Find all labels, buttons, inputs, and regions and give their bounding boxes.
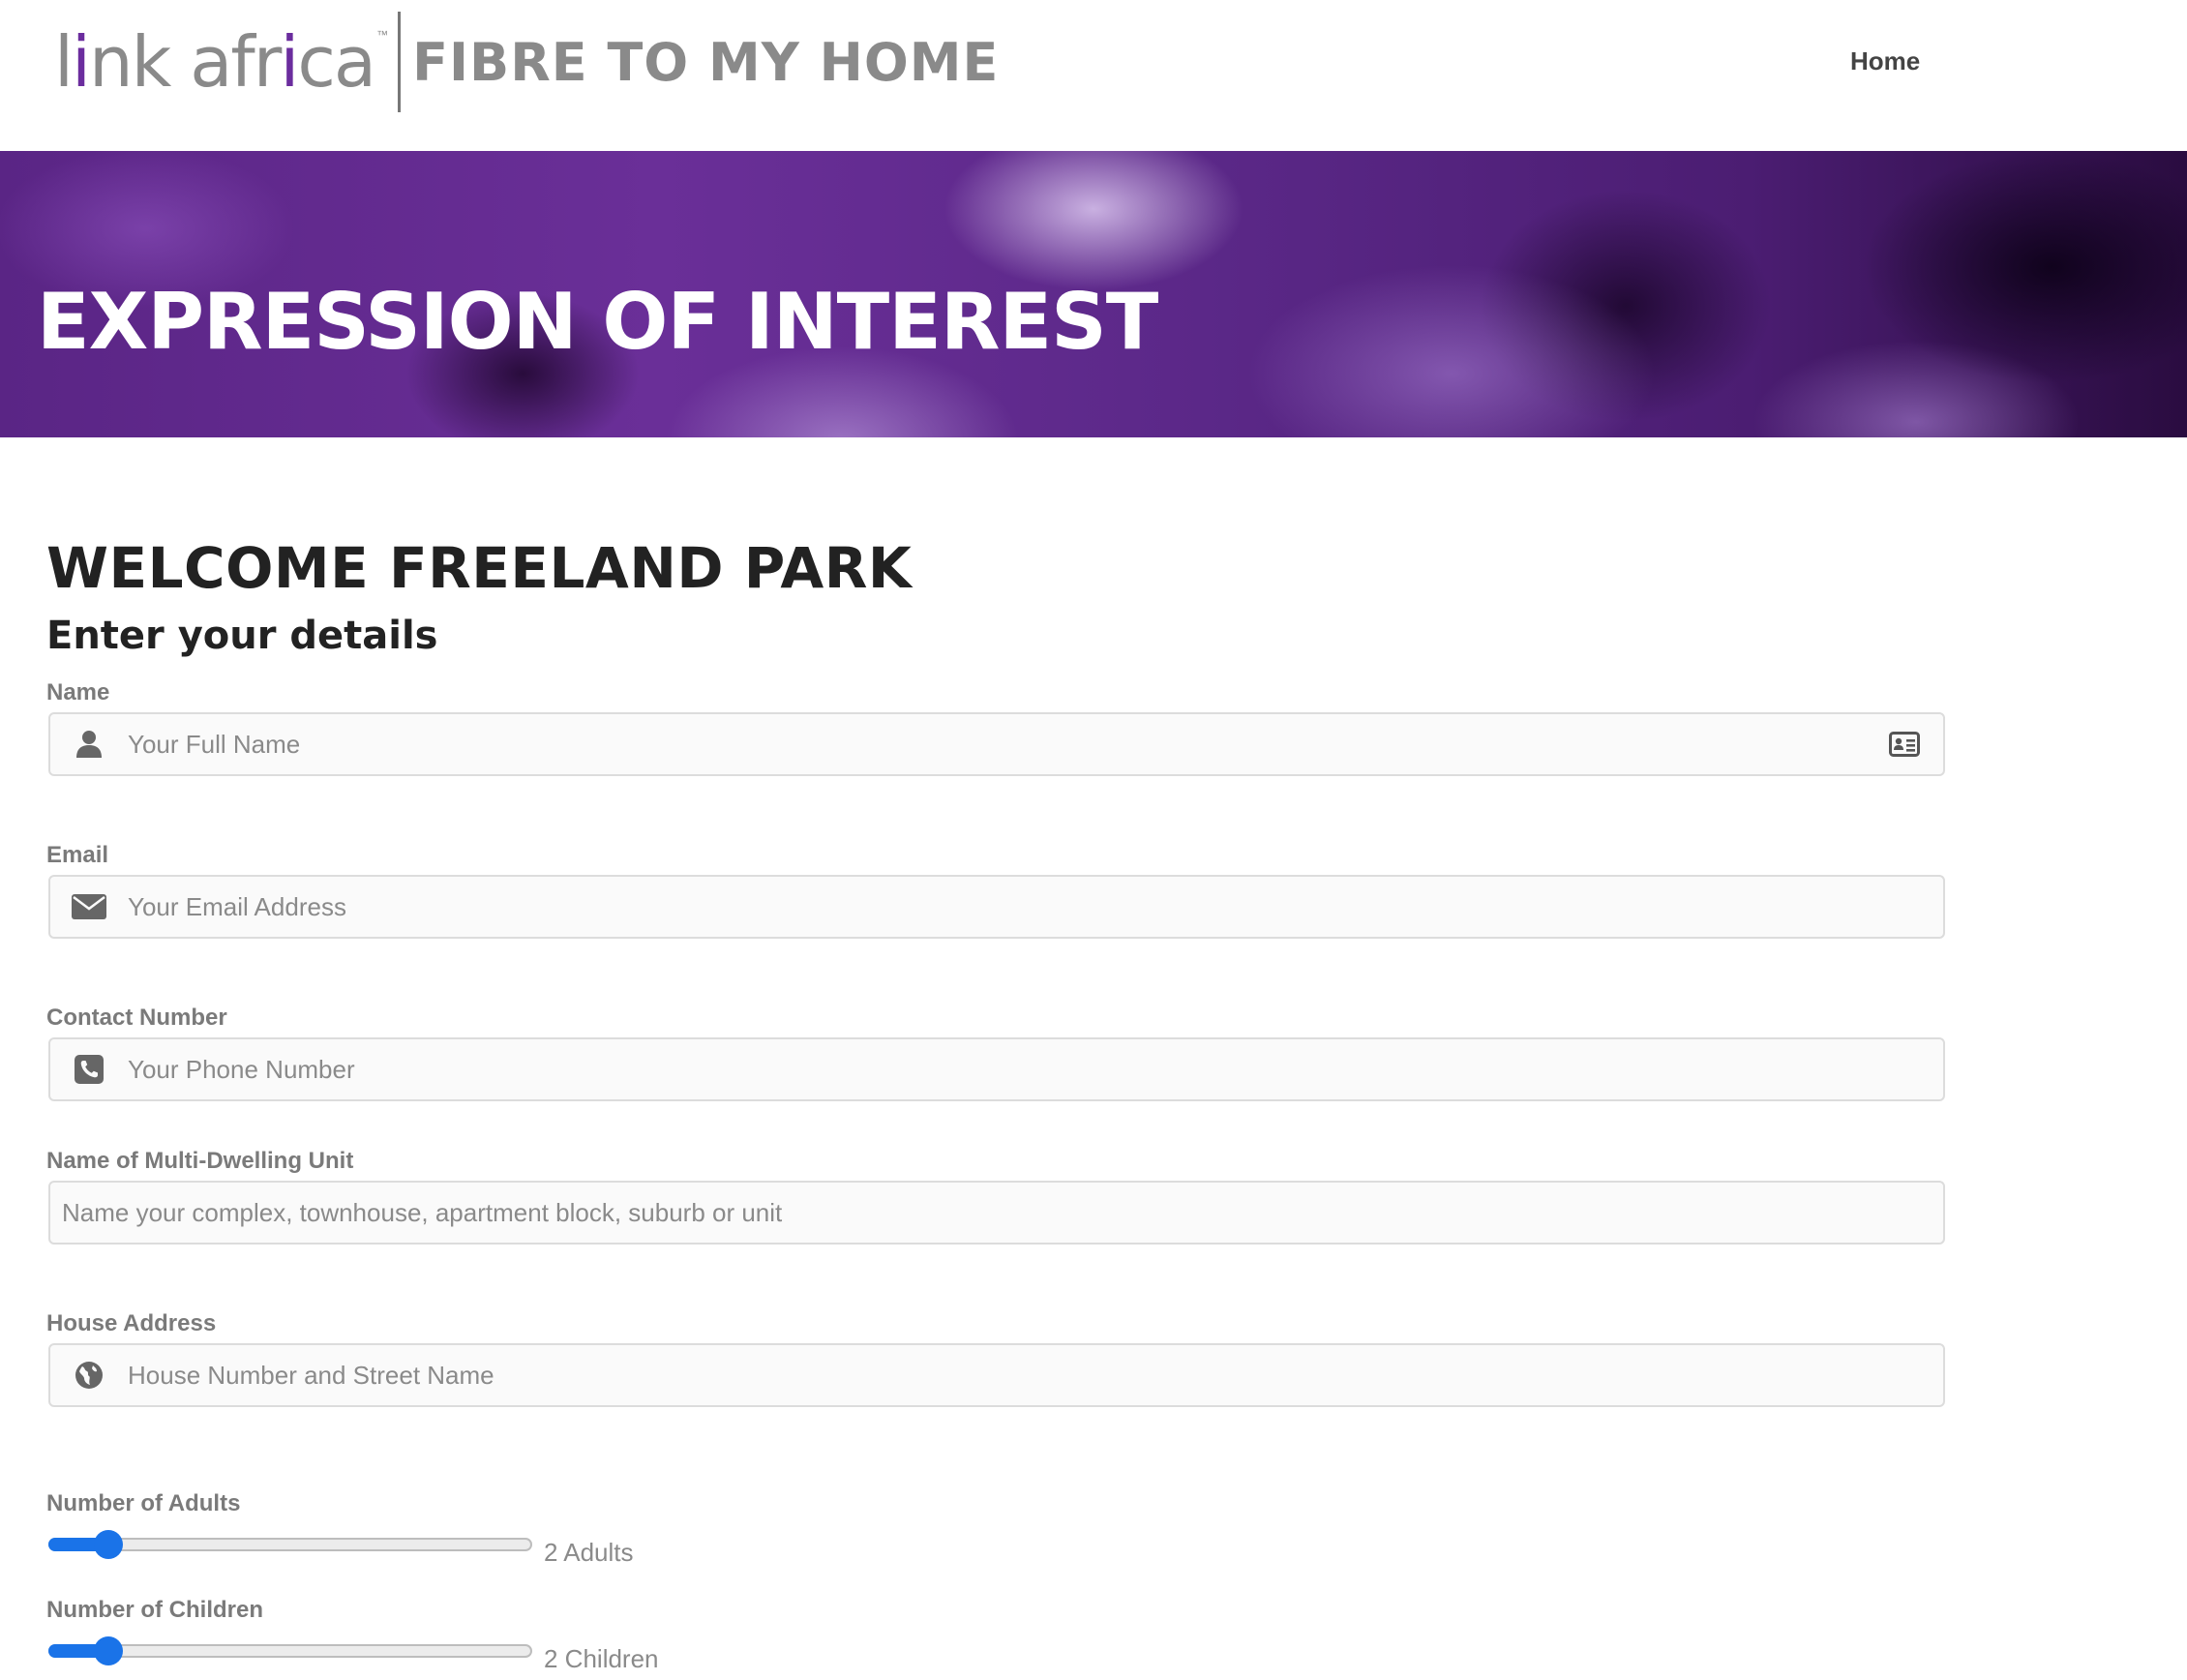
hero-banner: EXPRESSION OF INTEREST: [0, 151, 2187, 437]
children-slider-thumb[interactable]: [93, 1636, 123, 1665]
nav-home-link[interactable]: Home: [1850, 46, 1920, 76]
form-subheading: Enter your details: [46, 614, 438, 658]
mdu-field: [48, 1181, 1945, 1245]
name-input[interactable]: [128, 714, 1866, 774]
address-input[interactable]: [128, 1345, 1943, 1405]
phone-icon: [50, 1039, 128, 1099]
welcome-heading: WELCOME FREELAND PARK: [46, 535, 913, 601]
address-label: House Address: [46, 1310, 217, 1336]
phone-label: Contact Number: [46, 1005, 227, 1031]
email-label: Email: [46, 842, 109, 868]
logo-trademark: ™: [376, 28, 389, 42]
adults-label: Number of Adults: [46, 1490, 241, 1516]
mdu-label: Name of Multi-Dwelling Unit: [46, 1148, 354, 1174]
site-header: link africa ™ FIBRE TO MY HOME Home: [0, 0, 2187, 151]
name-label: Name: [46, 679, 110, 705]
hero-title: EXPRESSION OF INTEREST: [37, 277, 1158, 367]
site-logo[interactable]: link africa ™ FIBRE TO MY HOME: [54, 12, 999, 112]
user-icon: [50, 714, 128, 774]
address-field: [48, 1343, 1945, 1407]
logo-divider: [398, 12, 402, 112]
children-slider-row: 2 Children: [48, 1632, 659, 1673]
children-value: 2 Children: [544, 1643, 659, 1673]
envelope-icon: [50, 877, 128, 937]
phone-input[interactable]: [128, 1039, 1943, 1099]
adults-slider[interactable]: [48, 1530, 532, 1559]
mdu-input[interactable]: [50, 1183, 1943, 1243]
contact-card-icon[interactable]: [1866, 714, 1943, 774]
adults-slider-thumb[interactable]: [93, 1530, 123, 1559]
logo-brand: link africa: [54, 21, 376, 103]
children-slider[interactable]: [48, 1636, 532, 1665]
logo-tagline: FIBRE TO MY HOME: [412, 31, 1000, 93]
phone-field: [48, 1037, 1945, 1101]
email-field: [48, 875, 1945, 939]
name-field: [48, 712, 1945, 776]
adults-slider-row: 2 Adults: [48, 1525, 634, 1567]
email-input[interactable]: [128, 877, 1943, 937]
globe-icon: [50, 1345, 128, 1405]
children-label: Number of Children: [46, 1597, 264, 1623]
adults-value: 2 Adults: [544, 1537, 634, 1567]
